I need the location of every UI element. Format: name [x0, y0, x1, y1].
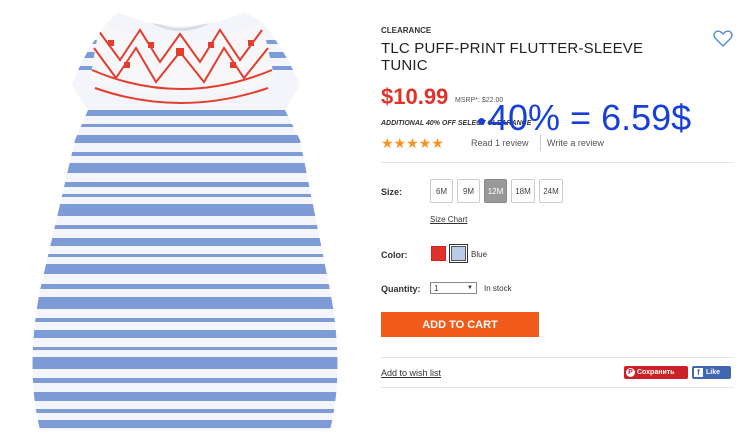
color-swatch-blue[interactable] — [449, 244, 468, 263]
section-divider — [381, 162, 734, 163]
facebook-like-button[interactable]: f Like — [692, 366, 731, 379]
size-option-18m[interactable]: 18M — [511, 179, 535, 203]
color-swatch-red[interactable] — [431, 246, 446, 261]
add-to-cart-button[interactable]: ADD TO CART — [381, 312, 539, 337]
chevron-down-icon: ▼ — [467, 285, 473, 291]
color-label: Color: — [381, 250, 408, 260]
size-option-12m[interactable]: 12M — [484, 179, 507, 203]
add-to-wishlist-link[interactable]: Add to wish list — [381, 368, 441, 378]
rating-stars-icon: ★★★★★ — [381, 135, 444, 151]
facebook-icon: f — [694, 368, 703, 377]
review-divider — [540, 135, 541, 151]
section-divider-3 — [381, 387, 734, 388]
size-label: Size: — [381, 187, 403, 197]
size-option-6m[interactable]: 6M — [430, 179, 453, 203]
favorite-heart-icon[interactable] — [713, 30, 733, 48]
quantity-label: Quantity: — [381, 284, 421, 294]
selected-color-name: Blue — [471, 250, 488, 259]
stock-status: In stock — [484, 284, 512, 293]
facebook-like-label: Like — [706, 369, 721, 376]
size-chart-link[interactable]: Size Chart — [430, 215, 467, 224]
quantity-select[interactable]: 1 ▼ — [430, 282, 477, 294]
size-option-9m[interactable]: 9M — [457, 179, 480, 203]
read-reviews-link[interactable]: Read 1 review — [471, 138, 529, 148]
product-title: TLC PUFF-PRINT FLUTTER-SLEEVE TUNIC — [381, 40, 644, 74]
product-image — [0, 0, 370, 444]
clearance-label: CLEARANCE — [381, 26, 432, 35]
write-review-link[interactable]: Write a review — [547, 138, 604, 148]
discount-annotation: 40% = 6.59$ — [488, 97, 692, 138]
sale-price: $10.99 — [381, 84, 449, 109]
annotation-dot — [478, 118, 485, 125]
size-selector: 6M 9M 12M 18M 24M — [430, 179, 563, 203]
section-divider-2 — [381, 357, 734, 358]
pinterest-icon: P — [626, 368, 635, 377]
pinterest-save-label: Сохранить — [637, 369, 675, 376]
pinterest-save-button[interactable]: P Сохранить — [624, 366, 688, 379]
size-option-24m[interactable]: 24M — [539, 179, 563, 203]
quantity-value: 1 — [434, 283, 439, 293]
